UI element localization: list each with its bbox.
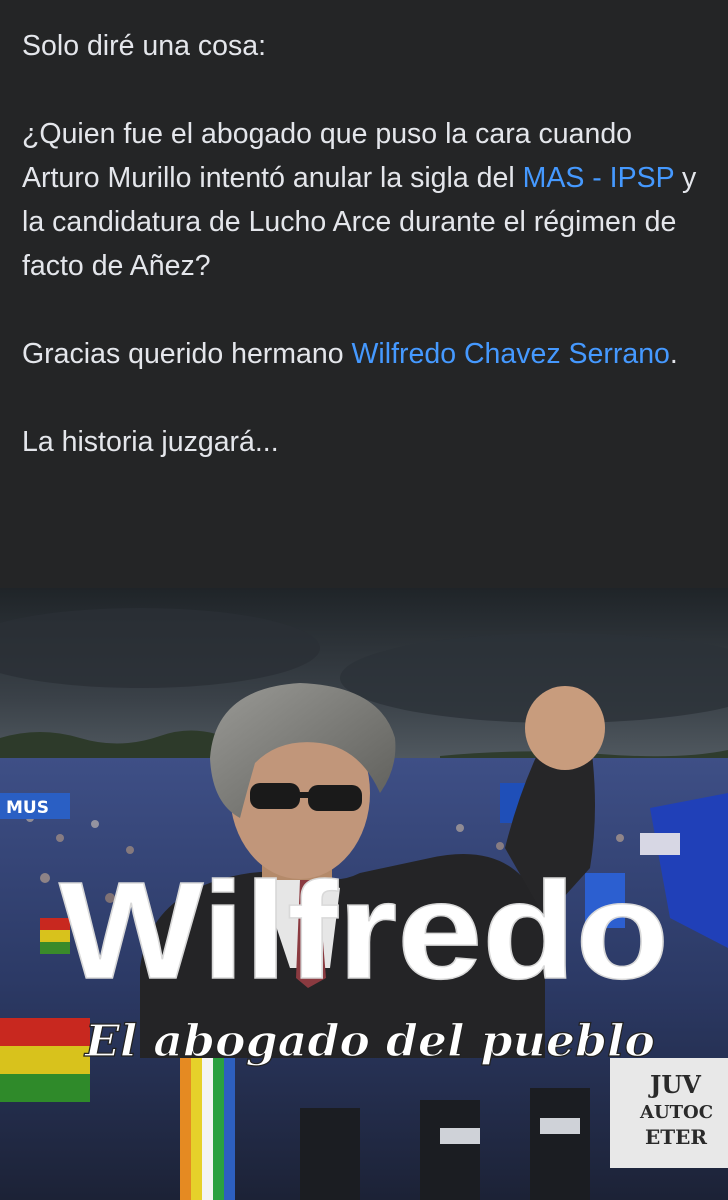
- post-closing: La historia juzgará...: [22, 426, 279, 458]
- banner-right-line1: JUV: [648, 1070, 701, 1099]
- headline-wilfredo: Wilfredo: [59, 854, 669, 1008]
- post-image[interactable]: MUS JUV AUTOC ETER Wilfredo El abogado d…: [0, 588, 728, 1200]
- banner-left-text: MUS: [6, 798, 49, 818]
- sunglasses: [250, 783, 300, 809]
- banner-right-line3: ETER: [645, 1125, 707, 1149]
- mention-wilfredo-link[interactable]: Wilfredo Chavez Serrano: [352, 338, 670, 370]
- post-paragraph-thanks: Gracias querido hermano Wilfredo Chavez …: [22, 332, 712, 376]
- wiphala-flag: [180, 1058, 235, 1200]
- banner-right: JUV AUTOC ETER: [610, 1058, 728, 1168]
- banner-right-line2: AUTOC: [639, 1102, 713, 1123]
- tagline: El abogado del pueblo: [83, 1016, 655, 1067]
- post-paragraph-question: ¿Quien fue el abogado que puso la cara c…: [22, 112, 712, 288]
- thanks-period: .: [669, 338, 678, 370]
- post-line-intro: Solo diré una cosa:: [22, 30, 266, 62]
- raised-fist: [525, 686, 605, 770]
- mention-mas-ipsp-link[interactable]: MAS - IPSP: [523, 162, 675, 194]
- post-text: Solo diré una cosa: ¿Quien fue el abogad…: [22, 24, 712, 464]
- thanks-text: Gracias querido hermano: [22, 338, 352, 370]
